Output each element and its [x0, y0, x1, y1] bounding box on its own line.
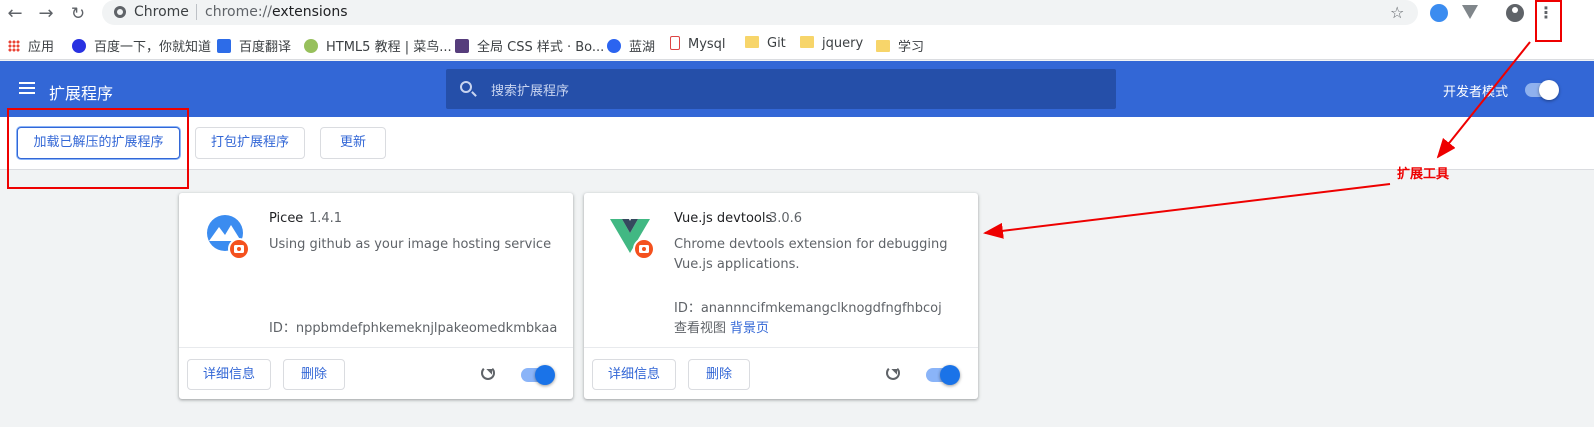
annotation-label: 扩展工具	[1397, 167, 1450, 182]
extension-version: 3.0.6	[769, 211, 803, 226]
reload-page-icon[interactable]: ↻	[67, 3, 89, 25]
update-button[interactable]: 更新	[320, 127, 386, 159]
apps-grid-icon	[8, 40, 20, 52]
picee-logo-icon	[207, 215, 250, 260]
bookmark-baidu[interactable]: 百度一下，你就知道	[72, 36, 211, 55]
reload-icon[interactable]	[481, 366, 495, 380]
hamburger-menu-icon[interactable]	[19, 82, 35, 94]
remove-button[interactable]: 删除	[688, 359, 750, 390]
bootstrap-icon	[455, 39, 469, 53]
background-page-link[interactable]: 背景页	[730, 321, 769, 336]
reload-icon[interactable]	[886, 366, 900, 380]
extension-description: Chrome devtools extension for debugging …	[674, 237, 948, 272]
vue-extension-icon[interactable]	[1462, 5, 1478, 19]
enable-toggle[interactable]	[926, 365, 960, 385]
extension-id: ID：anannncifmkemangclknogdfngfhbcoj	[674, 301, 942, 316]
page-title: 扩展程序	[49, 84, 114, 103]
folder-icon	[876, 40, 890, 52]
dev-mode-toggle[interactable]	[1525, 80, 1559, 100]
bookmark-bootstrap[interactable]: 全局 CSS 样式 · Bo...	[455, 36, 604, 55]
extensions-header: 扩展程序 搜索扩展程序 开发者模式	[0, 61, 1594, 117]
dev-mode-label: 开发者模式	[1443, 85, 1509, 100]
inspect-views-label: 查看视图	[674, 321, 727, 336]
extension-description: Using github as your image hosting servi…	[269, 237, 552, 252]
annotation-box-menu	[1535, 0, 1562, 42]
details-button[interactable]: 详细信息	[592, 359, 676, 390]
enable-toggle[interactable]	[521, 365, 555, 385]
bookmark-runoob[interactable]: HTML5 教程 | 菜鸟...	[304, 36, 452, 55]
details-button[interactable]: 详细信息	[187, 359, 271, 390]
bookmark-apps[interactable]: 应用	[8, 36, 54, 55]
forward-arrow-icon[interactable]: →	[35, 3, 57, 25]
annotation-box-load-unpacked	[7, 108, 189, 189]
bookmark-star-icon[interactable]: ☆	[1390, 3, 1404, 22]
address-bar[interactable]: Chrome chrome://extensions	[102, 0, 1418, 25]
card-actions: 详细信息 删除	[179, 347, 573, 399]
lanhu-icon	[607, 39, 621, 53]
extension-id: ID：nppbmdefphkemeknjlpakeomedkmbkaa	[269, 321, 558, 336]
extension-version: 1.4.1	[309, 211, 343, 226]
extension-card-picee: Picee 1.4.1 Using github as your image h…	[179, 193, 573, 399]
pack-extension-button[interactable]: 打包扩展程序	[195, 127, 305, 159]
bookmark-mysql[interactable]: Mysql	[670, 36, 726, 52]
extension-card-vue-devtools: Vue.js devtools 3.0.6 Chrome devtools ex…	[584, 193, 978, 399]
bookmark-folder-git[interactable]: Git	[745, 36, 786, 52]
bookmark-lanhu[interactable]: 蓝湖	[607, 36, 655, 55]
search-input[interactable]: 搜索扩展程序	[446, 69, 1116, 109]
folder-icon	[745, 36, 759, 48]
extension-name: Picee	[269, 211, 304, 226]
card-actions: 详细信息 删除	[584, 347, 978, 399]
arrow-to-vue-card	[983, 183, 1391, 239]
vue-logo-icon	[610, 219, 655, 260]
folder-icon	[800, 36, 814, 48]
back-arrow-icon[interactable]: ←	[4, 3, 26, 25]
chrome-site-icon	[114, 6, 126, 18]
baidu-translate-icon	[217, 39, 231, 53]
address-divider	[196, 4, 197, 20]
extensions-toolbar: 加载已解压的扩展程序 打包扩展程序 更新	[0, 117, 1594, 170]
search-icon	[460, 81, 472, 93]
inspect-views: 查看视图 背景页	[674, 317, 769, 336]
mysql-icon	[670, 36, 680, 50]
profile-avatar-icon[interactable]	[1506, 4, 1524, 22]
browser-toolbar: ← → ↻ Chrome chrome://extensions ☆ ⋮	[0, 0, 1594, 28]
bookmark-folder-jquery[interactable]: jquery	[800, 36, 863, 52]
picee-extension-icon[interactable]	[1430, 4, 1448, 22]
baidu-paw-icon	[72, 39, 86, 53]
bookmarks-bar: 应用 百度一下，你就知道 百度翻译 HTML5 教程 | 菜鸟... 全局 CS…	[0, 28, 1594, 60]
site-name: Chrome	[134, 4, 189, 20]
bookmark-folder-study[interactable]: 学习	[876, 36, 924, 55]
extension-name: Vue.js devtools	[674, 211, 773, 226]
search-placeholder: 搜索扩展程序	[491, 84, 570, 99]
remove-button[interactable]: 删除	[283, 359, 345, 390]
runoob-icon	[304, 39, 318, 53]
bookmark-baidu-translate[interactable]: 百度翻译	[217, 36, 291, 55]
url-text: chrome://extensions	[205, 4, 348, 20]
